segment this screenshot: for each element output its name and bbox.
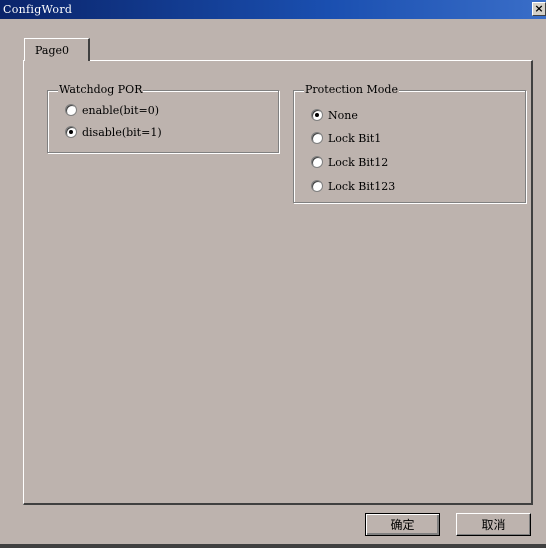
- tab-label: Page0: [35, 44, 70, 57]
- close-icon: ×: [534, 2, 544, 15]
- radio-none[interactable]: None: [311, 107, 358, 123]
- close-button[interactable]: ×: [532, 2, 546, 16]
- radio-button-checked-icon[interactable]: [311, 109, 323, 121]
- radio-disable[interactable]: disable(bit=1): [65, 124, 162, 140]
- title-bar[interactable]: ConfigWord ×: [0, 0, 546, 19]
- radio-lock-bit12-label: Lock Bit12: [328, 155, 389, 169]
- radio-lock-bit123-label: Lock Bit123: [328, 179, 396, 193]
- ok-button[interactable]: 确定: [365, 513, 440, 536]
- radio-button-icon[interactable]: [311, 180, 323, 192]
- radio-button-icon[interactable]: [65, 104, 77, 116]
- cancel-button[interactable]: 取消: [456, 513, 531, 536]
- protection-mode-group-title: Protection Mode: [304, 83, 399, 96]
- ok-button-label: 确定: [390, 518, 415, 532]
- radio-button-checked-icon[interactable]: [65, 126, 77, 138]
- radio-button-icon[interactable]: [311, 132, 323, 144]
- radio-lock-bit1-label: Lock Bit1: [328, 131, 382, 145]
- tab-panel: Watchdog POR enable(bit=0) disable(bit=1…: [23, 60, 533, 505]
- watchdog-group: Watchdog POR enable(bit=0) disable(bit=1…: [47, 83, 279, 153]
- radio-lock-bit12[interactable]: Lock Bit12: [311, 154, 388, 170]
- protection-mode-group: Protection Mode None Lock Bit1 Lock Bit1…: [293, 83, 526, 203]
- window-title: ConfigWord: [3, 3, 73, 16]
- radio-lock-bit1[interactable]: Lock Bit1: [311, 130, 381, 146]
- radio-disable-label: disable(bit=1): [82, 125, 162, 139]
- tab-page0[interactable]: Page0: [24, 38, 90, 61]
- cancel-button-label: 取消: [481, 518, 506, 532]
- radio-enable[interactable]: enable(bit=0): [65, 102, 159, 118]
- watchdog-group-title: Watchdog POR: [58, 83, 144, 96]
- bottom-border: [0, 544, 546, 548]
- radio-enable-label: enable(bit=0): [82, 103, 159, 117]
- config-word-dialog: ConfigWord × Page0 Watchdog POR enable(b…: [0, 0, 546, 548]
- radio-lock-bit123[interactable]: Lock Bit123: [311, 178, 395, 194]
- radio-none-label: None: [328, 108, 358, 122]
- radio-button-icon[interactable]: [311, 156, 323, 168]
